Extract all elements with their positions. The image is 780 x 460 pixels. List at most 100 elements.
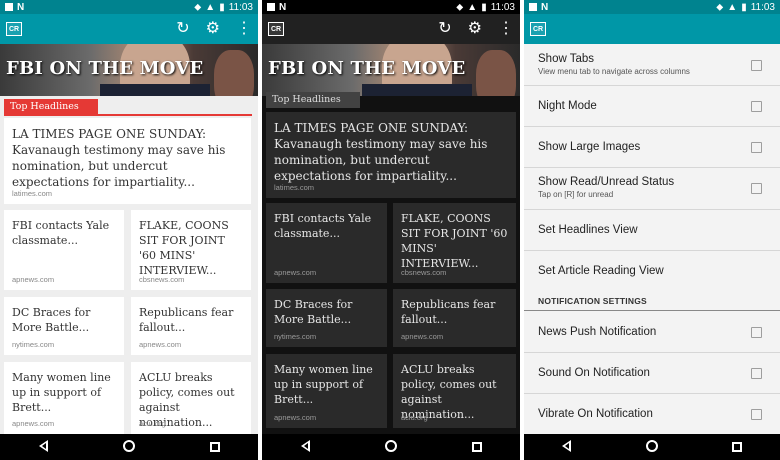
headline-card-top[interactable]: LA TIMES PAGE ONE SUNDAY: Kavanaugh test… bbox=[266, 112, 516, 198]
hero-banner[interactable]: FBI ON THE MOVE bbox=[0, 44, 258, 96]
setting-show-tabs[interactable]: Show Tabs View menu tab to navigate acro… bbox=[524, 44, 780, 86]
setting-sound[interactable]: Sound On Notification bbox=[524, 353, 780, 394]
headline-source: apnews.com bbox=[274, 413, 317, 422]
hero-photo-face-2 bbox=[214, 50, 254, 96]
setting-title: Show Read/Unread Status bbox=[538, 176, 675, 188]
status-bar: N ⬥ ▲ ▮ 11:03 bbox=[0, 0, 258, 14]
hero-banner[interactable]: FBI ON THE MOVE bbox=[262, 44, 520, 96]
recents-icon[interactable] bbox=[722, 440, 752, 455]
headline-text: FBI contacts Yale classmate... bbox=[274, 212, 372, 240]
back-icon[interactable] bbox=[552, 439, 582, 455]
setting-night-mode[interactable]: Night Mode bbox=[524, 86, 780, 127]
notification-square-icon bbox=[267, 3, 275, 11]
recents-icon[interactable] bbox=[200, 440, 230, 455]
headline-text: Republicans fear fallout... bbox=[139, 306, 234, 334]
setting-vibrate[interactable]: Vibrate On Notification bbox=[524, 394, 780, 434]
headline-text: FBI contacts Yale classmate... bbox=[12, 219, 110, 247]
headline-source: cbsnews.com bbox=[401, 268, 447, 277]
app-logo[interactable]: CR bbox=[268, 22, 284, 36]
home-icon[interactable] bbox=[114, 439, 144, 455]
overflow-menu-icon[interactable]: ⋮ bbox=[236, 21, 252, 37]
home-icon[interactable] bbox=[637, 439, 667, 455]
news-push-checkbox[interactable] bbox=[751, 327, 762, 338]
section-divider bbox=[4, 114, 252, 116]
headline-source: nytimes.com bbox=[274, 332, 317, 341]
headline-card[interactable]: Republicans fear fallout... apnews.com bbox=[131, 297, 251, 355]
setting-title: Vibrate On Notification bbox=[538, 408, 653, 420]
overflow-menu-icon[interactable]: ⋮ bbox=[498, 21, 514, 37]
headline-text: FLAKE, COONS SIT FOR JOINT '60 MINS' INT… bbox=[139, 219, 229, 277]
status-bar: N ⬥ ▲ ▮ 11:03 bbox=[524, 0, 780, 14]
section-label-top-headlines: Top Headlines bbox=[4, 99, 98, 115]
system-nav-bar bbox=[0, 434, 258, 460]
large-images-checkbox[interactable] bbox=[751, 142, 762, 153]
headline-card[interactable]: DC Braces for More Battle... nytimes.com bbox=[266, 289, 387, 347]
refresh-icon[interactable]: ↻ bbox=[176, 21, 189, 37]
headline-card[interactable]: FBI contacts Yale classmate... apnews.co… bbox=[266, 203, 387, 283]
app-logo[interactable]: CR bbox=[530, 22, 546, 36]
headline-source: apnews.com bbox=[12, 275, 55, 284]
settings-list: Show Tabs View menu tab to navigate acro… bbox=[524, 44, 780, 434]
recents-icon[interactable] bbox=[462, 440, 492, 455]
signal-icon: ▲ bbox=[727, 1, 738, 13]
app-toolbar: CR ↻ ⚙ ⋮ bbox=[0, 14, 258, 44]
headline-source: apnews.com bbox=[274, 268, 317, 277]
app-logo[interactable]: CR bbox=[6, 22, 22, 36]
setting-show-large-images[interactable]: Show Large Images bbox=[524, 127, 780, 168]
settings-icon[interactable]: ⚙ bbox=[206, 21, 220, 37]
notification-square-icon bbox=[529, 3, 537, 11]
notification-square-icon bbox=[5, 3, 13, 11]
back-icon[interactable] bbox=[28, 439, 58, 455]
settings-icon[interactable]: ⚙ bbox=[468, 21, 482, 37]
signal-icon: ▲ bbox=[205, 1, 216, 13]
headline-card[interactable]: FLAKE, COONS SIT FOR JOINT '60 MINS' INT… bbox=[131, 210, 251, 290]
headline-source: aclu.org bbox=[139, 419, 166, 428]
headline-card[interactable]: ACLU breaks policy, comes out against no… bbox=[393, 354, 516, 428]
battery-icon: ▮ bbox=[741, 1, 747, 13]
notification-n-icon: N bbox=[541, 1, 549, 13]
setting-title: Set Article Reading View bbox=[538, 265, 664, 277]
headline-text: FLAKE, COONS SIT FOR JOINT '60 MINS' INT… bbox=[401, 212, 508, 270]
back-icon[interactable] bbox=[290, 439, 320, 455]
setting-title: Set Headlines View bbox=[538, 224, 638, 236]
headline-card[interactable]: Republicans fear fallout... apnews.com bbox=[393, 289, 516, 347]
setting-news-push[interactable]: News Push Notification bbox=[524, 312, 780, 353]
sound-checkbox[interactable] bbox=[751, 368, 762, 379]
headline-source: nytimes.com bbox=[12, 340, 55, 349]
headline-source: aclu.org bbox=[401, 413, 428, 422]
battery-icon: ▮ bbox=[481, 1, 487, 13]
headline-text: DC Braces for More Battle... bbox=[274, 298, 353, 326]
headline-source: latimes.com bbox=[12, 189, 53, 198]
refresh-icon[interactable]: ↻ bbox=[438, 21, 451, 37]
phone-dark-feed: N ⬥ ▲ ▮ 11:03 CR ↻ ⚙ ⋮ FBI ON THE MOVE Top … bbox=[262, 0, 520, 460]
system-nav-bar bbox=[262, 434, 520, 460]
setting-title: Show Large Images bbox=[538, 141, 641, 153]
hero-photo-suit bbox=[362, 84, 472, 96]
setting-title: Night Mode bbox=[538, 100, 597, 112]
setting-article-view[interactable]: Set Article Reading View bbox=[524, 251, 780, 292]
headline-text: Republicans fear fallout... bbox=[401, 298, 496, 326]
headline-card[interactable]: DC Braces for More Battle... nytimes.com bbox=[4, 297, 124, 355]
headline-source: apnews.com bbox=[401, 332, 444, 341]
headline-source: apnews.com bbox=[12, 419, 55, 428]
headline-card[interactable]: ACLU breaks policy, comes out against no… bbox=[131, 362, 251, 434]
setting-headlines-view[interactable]: Set Headlines View bbox=[524, 210, 780, 251]
hero-photo-suit bbox=[100, 84, 210, 96]
headline-card[interactable]: FLAKE, COONS SIT FOR JOINT '60 MINS' INT… bbox=[393, 203, 516, 283]
headline-text: Many women line up in support of Brett..… bbox=[274, 363, 373, 406]
headline-card[interactable]: FBI contacts Yale classmate... apnews.co… bbox=[4, 210, 124, 290]
setting-show-read-unread[interactable]: Show Read/Unread Status Tap on [R] for u… bbox=[524, 168, 780, 210]
headline-card[interactable]: Many women line up in support of Brett..… bbox=[4, 362, 124, 434]
night-mode-checkbox[interactable] bbox=[751, 101, 762, 112]
show-tabs-checkbox[interactable] bbox=[751, 60, 762, 71]
headline-card-top[interactable]: LA TIMES PAGE ONE SUNDAY: Kavanaugh test… bbox=[4, 118, 251, 204]
status-bar: N ⬥ ▲ ▮ 11:03 bbox=[262, 0, 520, 14]
hero-title: FBI ON THE MOVE bbox=[268, 58, 466, 79]
location-icon: ⬥ bbox=[194, 1, 202, 13]
home-icon[interactable] bbox=[376, 439, 406, 455]
vibrate-checkbox[interactable] bbox=[751, 409, 762, 420]
headline-card[interactable]: Many women line up in support of Brett..… bbox=[266, 354, 387, 428]
headline-source: latimes.com bbox=[274, 183, 315, 192]
read-unread-checkbox[interactable] bbox=[751, 183, 762, 194]
clock: 11:03 bbox=[750, 1, 775, 13]
